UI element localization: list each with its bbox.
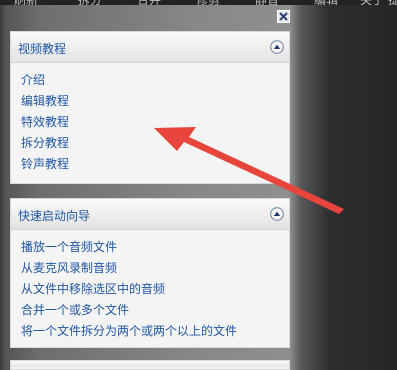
red-arrow-icon	[154, 127, 344, 214]
